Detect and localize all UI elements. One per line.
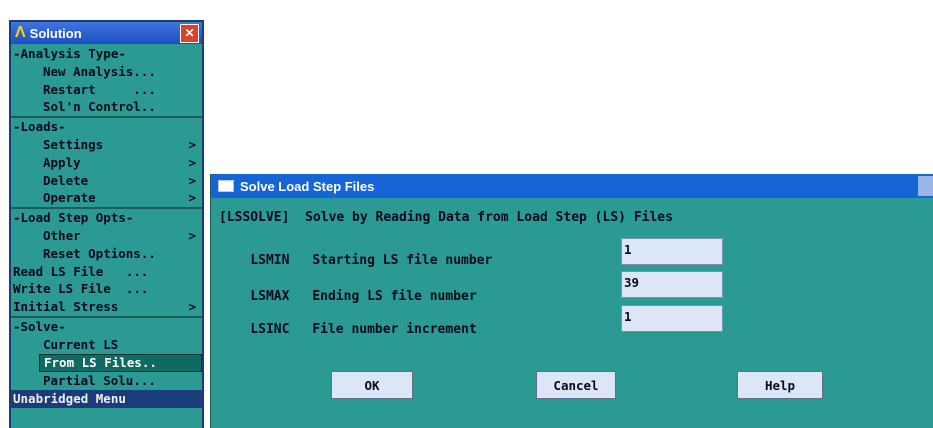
menu-item-settings[interactable]: Settings > — [11, 136, 202, 154]
menu-item-restart[interactable]: Restart ... — [11, 81, 202, 99]
lsmax-code: LSMAX — [250, 289, 290, 304]
lsinc-input[interactable]: 1 — [621, 305, 723, 332]
solve-load-step-dialog: Solve Load Step Files [LSSOLVE] Solve by… — [210, 174, 933, 428]
close-icon[interactable]: ✕ — [180, 24, 199, 43]
window-icon — [218, 180, 234, 192]
lsinc-row: LSINC File number increment — [219, 307, 477, 352]
chevron-right-icon: > — [188, 190, 196, 206]
dialog-titlebar[interactable]: Solve Load Step Files — [211, 174, 933, 198]
chevron-right-icon: > — [188, 136, 196, 152]
menu-item-initial-stress[interactable]: Initial Stress > — [11, 298, 202, 316]
dialog-title: Solve Load Step Files — [240, 178, 375, 194]
lsmin-label: Starting LS file number — [312, 253, 493, 268]
solution-titlebar[interactable]: Λ Solution ✕ — [11, 22, 202, 44]
solution-panel: Λ Solution ✕ -Analysis Type- New Analysi… — [9, 20, 204, 428]
menu-item-current-ls[interactable]: Current LS — [11, 336, 202, 354]
menu-item-soln-control[interactable]: Sol'n Control.. — [11, 98, 202, 116]
lsinc-label: File number increment — [312, 322, 477, 337]
menu-header-analysis-type: -Analysis Type- — [13, 46, 126, 61]
menu-item-write-ls-file[interactable]: Write LS File ... — [11, 280, 202, 298]
menu-item-operate[interactable]: Operate > — [11, 189, 202, 207]
menu-item-other[interactable]: Other > — [11, 227, 202, 245]
ansys-logo-icon: Λ — [15, 24, 26, 41]
help-button[interactable]: Help — [737, 371, 823, 399]
chevron-right-icon: > — [188, 227, 196, 243]
close-icon[interactable] — [918, 176, 933, 196]
lsmin-code: LSMIN — [250, 253, 290, 268]
solution-menu: -Analysis Type- New Analysis... Restart … — [11, 44, 202, 409]
lsinc-code: LSINC — [250, 322, 290, 337]
lsmax-input[interactable]: 39 — [621, 271, 723, 298]
ok-button[interactable]: OK — [331, 371, 413, 399]
menu-item-partial-solu[interactable]: Partial Solu... — [11, 372, 202, 390]
menu-item-read-ls-file[interactable]: Read LS File ... — [11, 263, 202, 281]
lsmin-input[interactable]: 1 — [621, 238, 723, 265]
menu-item-from-ls-files[interactable]: From LS Files.. — [39, 353, 202, 372]
menu-item-apply[interactable]: Apply > — [11, 154, 202, 172]
menu-item-new-analysis[interactable]: New Analysis... — [11, 63, 202, 81]
dialog-heading: [LSSOLVE] Solve by Reading Data from Loa… — [219, 210, 673, 225]
menu-header-load-step-opts: -Load Step Opts- — [11, 207, 202, 227]
menu-item-delete[interactable]: Delete > — [11, 172, 202, 190]
cancel-button[interactable]: Cancel — [536, 371, 616, 399]
chevron-right-icon: > — [188, 154, 196, 170]
chevron-right-icon: > — [188, 299, 196, 315]
solution-title: Solution — [29, 25, 82, 41]
chevron-right-icon: > — [188, 172, 196, 188]
menu-item-reset-options[interactable]: Reset Options.. — [11, 245, 202, 263]
menu-item-unabridged-menu[interactable]: Unabridged Menu — [11, 390, 202, 409]
menu-header-solve: -Solve- — [11, 315, 202, 336]
lsmax-label: Ending LS file number — [312, 289, 477, 304]
menu-header-loads: -Loads- — [11, 116, 202, 136]
